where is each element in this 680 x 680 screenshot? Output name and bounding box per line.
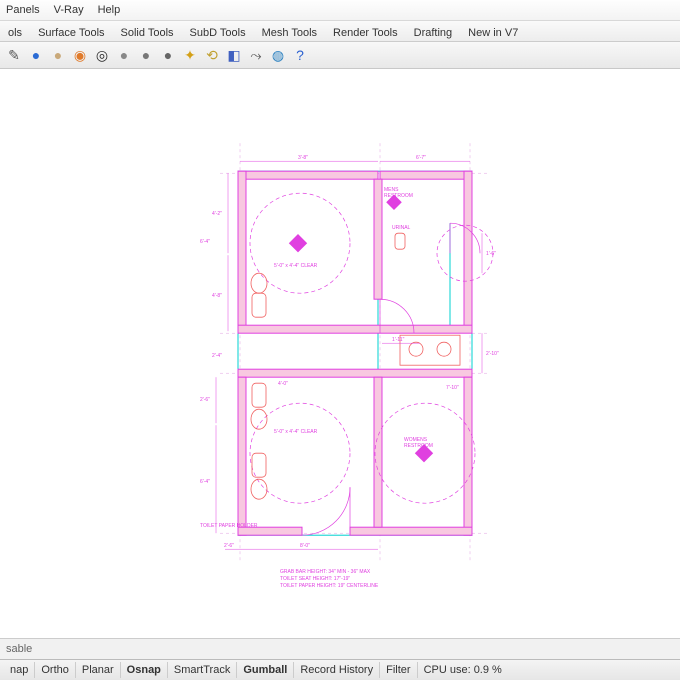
dim-left1: 4'-2" [212, 211, 222, 217]
link-icon[interactable]: ⟲ [202, 45, 222, 65]
sphere-tan-icon[interactable]: ● [48, 45, 68, 65]
dim-left2: 4'-8" [212, 293, 222, 299]
dim-right1: 1'-6" [486, 251, 496, 257]
dim-right3: 7'-10" [446, 385, 459, 391]
tab-new-in-v7[interactable]: New in V7 [466, 25, 520, 41]
sphere-grey1-icon[interactable]: ● [114, 45, 134, 65]
status-cpu: CPU use: 0.9 % [418, 662, 508, 678]
status-filter[interactable]: Filter [380, 662, 417, 678]
dropper-icon[interactable]: ✎ [4, 45, 24, 65]
dim-top1: 3'-8" [298, 155, 308, 161]
status-prompt: sable [0, 638, 680, 659]
tool-tabs: ols Surface Tools Solid Tools SubD Tools… [0, 21, 680, 42]
dim-left6: 6'-4" [200, 239, 210, 245]
tab-surface-tools[interactable]: Surface Tools [36, 25, 106, 41]
label-toilet-paper: TOILET PAPER HOLDER [200, 523, 258, 529]
dim-left5: 6'-4" [200, 479, 210, 485]
status-planar[interactable]: Planar [76, 662, 121, 678]
sphere-grey2-icon[interactable]: ● [136, 45, 156, 65]
tab-tools[interactable]: ols [6, 25, 24, 41]
globe-icon[interactable]: ◍ [268, 45, 288, 65]
tab-subd-tools[interactable]: SubD Tools [188, 25, 248, 41]
label-clear2: 5'-0" x 4'-4" CLEAR [274, 429, 318, 435]
connector-icon[interactable]: ⤳ [246, 45, 266, 65]
menu-panels[interactable]: Panels [6, 4, 40, 16]
label-womens: WOMENSRESTROOM [404, 437, 433, 449]
tab-mesh-tools[interactable]: Mesh Tools [260, 25, 319, 41]
label-clear1: 5'-0" x 4'-4" CLEAR [274, 263, 318, 269]
help-icon[interactable]: ? [290, 45, 310, 65]
status-osnap[interactable]: Osnap [121, 662, 168, 678]
bullseye-icon[interactable]: ◎ [92, 45, 112, 65]
tab-drafting[interactable]: Drafting [412, 25, 455, 41]
dim-left3: 2'-6" [200, 397, 210, 403]
menubar: Panels V-Ray Help [0, 0, 680, 21]
dim-right2: 2'-10" [486, 351, 499, 357]
status-gumball[interactable]: Gumball [237, 662, 294, 678]
status-nap[interactable]: nap [4, 662, 35, 678]
dim-bot2: 2'-6" [224, 543, 234, 549]
status-smarttrack[interactable]: SmartTrack [168, 662, 237, 678]
menu-vray[interactable]: V-Ray [54, 4, 84, 16]
sphere-shiny-icon[interactable]: ● [158, 45, 178, 65]
viewport[interactable]: MENSRESTROOM WOMENSRESTROOM 5'-0" x 4'-4… [0, 69, 680, 638]
dim-left4: 2'-4" [212, 353, 222, 359]
label-mens: MENSRESTROOM [384, 187, 413, 199]
dim-mid1: 1'-11" [392, 337, 405, 343]
floorplan-drawing: MENSRESTROOM WOMENSRESTROOM 5'-0" x 4'-4… [170, 133, 510, 593]
dim-mid2: 4'-0" [278, 381, 288, 387]
sparkle-icon[interactable]: ✦ [180, 45, 200, 65]
tab-render-tools[interactable]: Render Tools [331, 25, 400, 41]
toolbar: ✎●●◉◎●●●✦⟲◧⤳◍? [0, 42, 680, 69]
tab-solid-tools[interactable]: Solid Tools [119, 25, 176, 41]
cube-icon[interactable]: ◧ [224, 45, 244, 65]
dim-top2: 6'-7" [416, 155, 426, 161]
status-record-history[interactable]: Record History [294, 662, 380, 678]
label-urinal: URINAL [392, 225, 411, 231]
status-ortho[interactable]: Ortho [35, 662, 76, 678]
dim-bot1: 8'-0" [300, 543, 310, 549]
menu-help[interactable]: Help [98, 4, 121, 16]
sphere-blue-icon[interactable]: ● [26, 45, 46, 65]
drawing-notes: GRAB BAR HEIGHT: 34" MIN - 36" MAXTOILET… [280, 569, 379, 589]
colorwheel-icon[interactable]: ◉ [70, 45, 90, 65]
status-bar: napOrthoPlanarOsnapSmartTrackGumballReco… [0, 659, 680, 680]
